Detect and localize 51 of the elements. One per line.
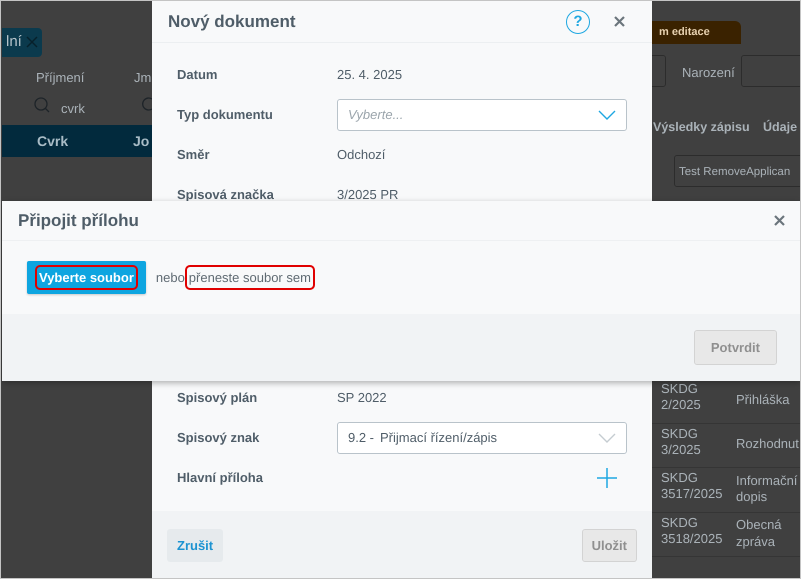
- field-value: SP 2022: [337, 389, 387, 408]
- section-heading: Údaje: [763, 118, 798, 136]
- field-label: Hlavní příloha: [177, 469, 264, 488]
- field-label: Datum: [177, 66, 218, 84]
- or-text: nebo: [156, 268, 185, 287]
- close-icon[interactable]: [774, 215, 785, 226]
- table-cell-text: Cvrk: [37, 132, 68, 150]
- tab[interactable]: m editace: [651, 21, 741, 44]
- select-field[interactable]: Vyberte...: [337, 99, 627, 131]
- select-value: Přijmací řízení/zápis: [380, 429, 498, 448]
- select-field[interactable]: 9.2 - Přijmací řízení/zápis: [337, 422, 627, 454]
- plus-icon[interactable]: [597, 468, 617, 488]
- table-cell-text: Přihláška: [736, 392, 790, 408]
- field-value: 3/2025 PR: [337, 186, 398, 204]
- field-label: Typ dokumentu: [177, 106, 274, 124]
- help-button[interactable]: ?: [566, 10, 590, 34]
- drop-hint: přeneste soubor sem: [186, 266, 313, 288]
- table-cell-text: SKDG 2/2025: [661, 381, 702, 414]
- table-cell-text: Informační dopis: [736, 472, 798, 506]
- chevron-down-icon: [598, 433, 616, 443]
- placeholder: Vyberte...: [348, 106, 404, 124]
- section-heading: Výsledky zápisu: [653, 119, 750, 136]
- table-cell-text: Obecná zpráva: [736, 517, 783, 550]
- search-icon: [140, 97, 152, 113]
- table-cell: Rozhodnut: [736, 436, 800, 453]
- search-field[interactable]: cvrk: [61, 99, 85, 118]
- select-field[interactable]: Test RemoveApplican: [674, 155, 800, 187]
- choose-file-button[interactable]: Vyberte soubor: [27, 260, 146, 294]
- dialog-button[interactable]: Zrušit: [167, 528, 224, 562]
- select-code: 9.2 -: [348, 429, 374, 448]
- dialog-title: Připojit přílohu: [18, 210, 139, 232]
- table-cell-text: SKDG 3517/2025: [661, 470, 724, 504]
- close-icon[interactable]: [614, 16, 625, 27]
- filter-chip[interactable]: lní: [2, 28, 42, 56]
- chevron-down-icon: [598, 110, 616, 120]
- field-label: Spisový plán: [177, 389, 258, 408]
- column-header[interactable]: Jm: [134, 68, 152, 88]
- table-cell-text: Jo: [133, 132, 150, 150]
- input-field[interactable]: [741, 55, 800, 87]
- table-row[interactable]: Cvrk Jo: [2, 125, 152, 157]
- field-value: Odchozí: [337, 146, 386, 164]
- column-header[interactable]: Příjmení: [36, 68, 84, 88]
- field-label: Spisový znak: [177, 429, 260, 448]
- field-label: Spisová značka: [177, 186, 275, 204]
- dialog-title: Nový dokument: [168, 10, 296, 33]
- field-label: Narození: [682, 64, 735, 82]
- table-cell-text: SKDG 3518/2025: [661, 515, 724, 548]
- search-icon: [34, 97, 50, 113]
- table-cell-text: SKDG 3/2025: [661, 426, 702, 460]
- field-label: Směr: [177, 146, 211, 164]
- field-value: 25. 4. 2025: [337, 66, 402, 84]
